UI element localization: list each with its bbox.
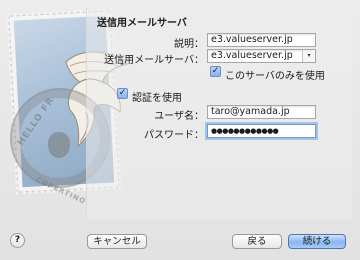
use-auth-label: 認証を使用 — [132, 93, 182, 104]
apple-logo-icon — [48, 132, 70, 158]
help-button[interactable]: ? — [10, 233, 25, 248]
mail-setup-dialog: HELLO FR CUPERTINO 送信用メールサーバ 説明： e3.valu… — [0, 0, 360, 260]
password-field[interactable]: ●●●●●●●●●●●● — [207, 124, 316, 138]
only-this-server-label: このサーバのみを使用 — [225, 71, 325, 82]
cancel-button[interactable]: キャンセル — [87, 234, 147, 249]
dialog-title: 送信用メールサーバ — [97, 18, 187, 29]
description-label: 説明： — [174, 39, 204, 50]
use-auth-checkbox[interactable]: ✓ — [117, 88, 128, 99]
description-field[interactable]: e3.valueserver.jp — [207, 33, 316, 47]
back-button[interactable]: 戻る — [232, 234, 282, 249]
check-icon: ✓ — [118, 88, 127, 98]
server-value: e3.valueserver.jp — [211, 50, 293, 61]
password-label: パスワード： — [144, 130, 204, 141]
only-this-server-checkbox[interactable]: ✓ — [210, 66, 221, 77]
continue-button[interactable]: 続ける — [288, 234, 346, 249]
chevron-down-icon[interactable]: ▾ — [302, 50, 315, 62]
check-icon: ✓ — [211, 66, 220, 76]
username-field[interactable]: taro@yamada.jp — [207, 105, 316, 119]
username-label: ユーザ名： — [154, 111, 204, 122]
server-label: 送信用メールサーバ： — [104, 55, 204, 66]
server-combobox[interactable]: e3.valueserver.jp ▾ — [207, 49, 316, 63]
